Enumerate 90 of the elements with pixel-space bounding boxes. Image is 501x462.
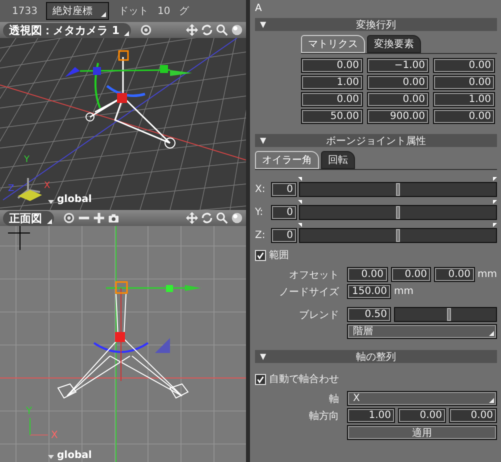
tab[interactable]: マトリクス [301, 35, 365, 53]
sphere-icon[interactable] [231, 212, 243, 224]
bone-drawing[interactable] [65, 50, 192, 148]
unit-label: ドット [118, 5, 148, 18]
tab[interactable]: 変換要素 [367, 35, 421, 53]
target-icon[interactable] [63, 212, 75, 224]
rotate-icon[interactable] [201, 212, 213, 224]
count-label: 1733 [12, 6, 38, 16]
value-field[interactable]: 0.00 [347, 267, 388, 282]
viewport-menu[interactable]: 正面図 [3, 210, 54, 226]
camera-icon[interactable] [108, 212, 120, 224]
axis-label: Z [8, 184, 14, 194]
sphere-icon[interactable] [231, 24, 243, 36]
value-field[interactable]: 0.00 [449, 408, 497, 423]
rotate-icon[interactable] [201, 24, 213, 36]
field-label: ブレンド [298, 308, 340, 322]
value-field[interactable]: 1.00 [347, 408, 395, 423]
value-field[interactable]: 0 [271, 182, 297, 196]
value-field[interactable]: 0.00 [433, 58, 495, 73]
field-label: ノードサイズ [278, 286, 340, 298]
range-marker-icon[interactable] [298, 200, 302, 204]
axis-label: Y: [255, 206, 264, 218]
value-field[interactable]: 1.00 [433, 92, 495, 107]
axis-label: Y [24, 155, 30, 165]
slider-track[interactable] [299, 228, 497, 242]
dropdown[interactable]: X [347, 391, 497, 406]
checkbox-label: 自動で軸合わせ [269, 372, 339, 386]
value-field[interactable]: 0.00 [433, 109, 495, 124]
slider-track[interactable] [299, 204, 497, 220]
field-label: 軸 [328, 392, 340, 406]
axis-label: X [44, 181, 50, 191]
grid-value: 10 [157, 6, 170, 16]
value-field[interactable]: 0.50 [347, 307, 391, 322]
axis-label: Y [26, 406, 32, 417]
checkbox[interactable] [255, 250, 266, 260]
tab[interactable]: 回転 [321, 151, 355, 169]
slider-thumb[interactable] [396, 182, 400, 196]
slider-thumb[interactable] [396, 228, 400, 242]
search-icon[interactable] [216, 24, 228, 36]
move-icon[interactable] [186, 24, 198, 36]
search-icon[interactable] [216, 212, 228, 224]
zoom-in-icon[interactable] [93, 212, 105, 224]
checkbox-label: 範囲 [269, 249, 289, 262]
value-field[interactable]: 0.00 [301, 92, 363, 107]
section-header[interactable]: ▼ ボーンジョイント属性 [255, 134, 497, 147]
field-label: オフセット [288, 268, 340, 282]
slider-track[interactable] [394, 307, 497, 322]
value-field[interactable]: 0.00 [301, 58, 363, 73]
space-label: global [57, 450, 92, 461]
dropdown[interactable]: 階層 [347, 324, 497, 339]
section-header[interactable]: ▼ 軸の整列 [255, 350, 497, 363]
checkbox[interactable] [255, 374, 266, 384]
axis-label: X [51, 430, 58, 441]
axis-gizmo-drawing [17, 177, 42, 201]
triangle-icon[interactable] [48, 200, 54, 204]
value-field[interactable]: 50.00 [301, 109, 363, 124]
section-header[interactable]: ▼ 変換行列 [255, 18, 497, 31]
space-label: global [57, 194, 92, 205]
crosshair-icon [8, 226, 30, 250]
viewport-menu[interactable]: 透視図：メタカメラ 1 [3, 22, 132, 38]
slider-track[interactable] [299, 182, 497, 196]
value-field[interactable]: 0.00 [390, 267, 431, 282]
range-marker-icon[interactable] [298, 177, 302, 181]
coordinate-dropdown[interactable]: 絶対座標 [46, 2, 110, 20]
value-field[interactable]: 1.00 [301, 75, 363, 90]
value-field[interactable]: 0 [271, 204, 297, 220]
value-field[interactable]: 0.00 [367, 92, 429, 107]
range-marker-icon[interactable] [298, 223, 302, 227]
tab[interactable]: オイラー角 [255, 151, 319, 169]
value-field[interactable]: −1.00 [367, 58, 429, 73]
slider-thumb[interactable] [446, 308, 451, 321]
value-field[interactable]: 0.00 [398, 408, 446, 423]
axis-label: X: [255, 184, 266, 194]
target-icon[interactable] [140, 24, 152, 36]
toolbar-label: グ [179, 5, 190, 18]
field-label: 軸方向 [308, 410, 340, 422]
axis-label: Z: [255, 230, 266, 240]
value-field[interactable]: 900.00 [367, 109, 429, 124]
object-name: A [255, 2, 263, 16]
axis-gizmo-drawing [30, 418, 48, 436]
slider-thumb[interactable] [396, 206, 400, 218]
move-icon[interactable] [186, 212, 198, 224]
value-field[interactable]: 0.00 [434, 267, 474, 282]
apply-button[interactable]: 適用 [347, 425, 497, 440]
value-field[interactable]: 0.00 [433, 75, 495, 90]
value-field[interactable]: 0.00 [367, 75, 429, 90]
value-field[interactable]: 150.00 [347, 284, 391, 299]
unit-label: mm [394, 286, 414, 297]
value-field[interactable]: 0 [271, 228, 297, 242]
unit-label: mm [478, 269, 497, 280]
